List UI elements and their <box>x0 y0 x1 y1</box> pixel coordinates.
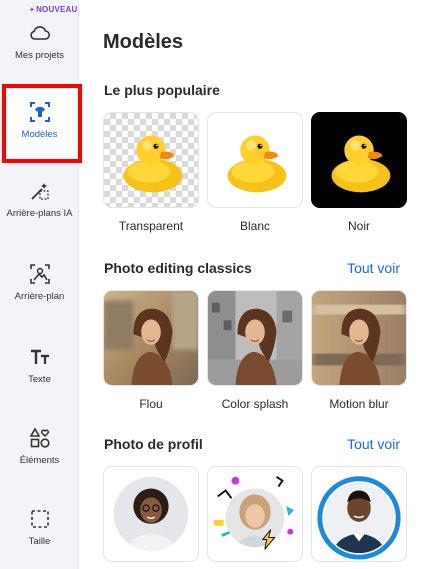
template-flou[interactable] <box>103 290 199 386</box>
resize-icon <box>29 508 51 530</box>
rubber-duck-image <box>123 135 183 193</box>
section-title-editing-classics: Photo editing classics <box>104 260 252 276</box>
sidebar-item-label: Mes projets <box>14 50 65 61</box>
section-title-popular: Le plus populaire <box>104 82 220 98</box>
sidebar-item-label: Modèles <box>21 129 58 140</box>
sidebar-item-label: Texte <box>28 374 51 385</box>
sidebar-item-label: Éléments <box>19 455 60 466</box>
sidebar-item-taille[interactable]: Taille <box>0 508 79 547</box>
template-caption: Motion blur <box>329 397 389 411</box>
new-badge-label: NOUVEAU <box>36 5 78 14</box>
sidebar-item-label: Taille <box>28 536 51 547</box>
woman-photo-blur <box>104 291 198 385</box>
template-transparent[interactable] <box>103 112 199 208</box>
sidebar-item-label: Arrière-plans IA <box>6 208 73 219</box>
template-profile-memphis[interactable] <box>207 466 303 562</box>
left-sidebar: ✦NOUVEAU Mes projets Modèles Arrière-pla… <box>0 0 82 569</box>
page-title: Modèles <box>103 31 184 53</box>
cloud-icon <box>29 22 51 44</box>
template-profile-plain[interactable] <box>103 466 199 562</box>
sidebar-item-mes-projets[interactable]: Mes projets <box>0 22 79 61</box>
woman-photo-motion-blur <box>312 291 406 385</box>
text-icon <box>29 346 51 368</box>
sidebar-item-arriere-plan[interactable]: Arrière-plan <box>0 263 79 302</box>
template-caption: Noir <box>347 219 370 233</box>
rubber-duck-image <box>331 135 391 193</box>
template-blanc[interactable] <box>207 112 303 208</box>
template-motion-blur[interactable] <box>311 290 407 386</box>
profile-man-blue-ring-image <box>317 476 401 560</box>
template-color-splash[interactable] <box>207 290 303 386</box>
section-title-profile-photo: Photo de profil <box>104 436 203 452</box>
background-icon <box>29 263 51 285</box>
sidebar-item-arriere-plans-ia[interactable]: Arrière-plans IA <box>0 180 79 219</box>
see-all-editing-classics-link[interactable]: Tout voir <box>347 260 400 276</box>
template-caption: Transparent <box>118 219 184 233</box>
see-all-profile-photo-link[interactable]: Tout voir <box>347 436 400 452</box>
profile-woman-glasses-image <box>113 476 189 552</box>
sidebar-item-texte[interactable]: Texte <box>0 346 79 385</box>
woman-photo-color-splash <box>208 291 302 385</box>
template-caption: Flou <box>139 397 163 411</box>
sidebar-item-modeles[interactable]: Modèles <box>0 101 79 140</box>
sidebar-item-elements[interactable]: Éléments <box>0 427 79 466</box>
template-profile-blue-ring[interactable] <box>311 466 407 562</box>
template-noir[interactable] <box>311 112 407 208</box>
new-badge: ✦NOUVEAU <box>29 5 78 14</box>
shapes-icon <box>29 427 51 449</box>
templates-panel: Modèles Le plus populaire Transparent Bl… <box>80 0 422 569</box>
template-icon <box>29 101 51 123</box>
rubber-duck-image <box>227 135 287 193</box>
template-caption: Blanc <box>239 219 271 233</box>
template-caption: Color splash <box>221 397 289 411</box>
profile-woman-memphis-image <box>211 470 299 558</box>
sidebar-item-label: Arrière-plan <box>14 291 65 302</box>
magic-wand-icon <box>29 180 51 202</box>
